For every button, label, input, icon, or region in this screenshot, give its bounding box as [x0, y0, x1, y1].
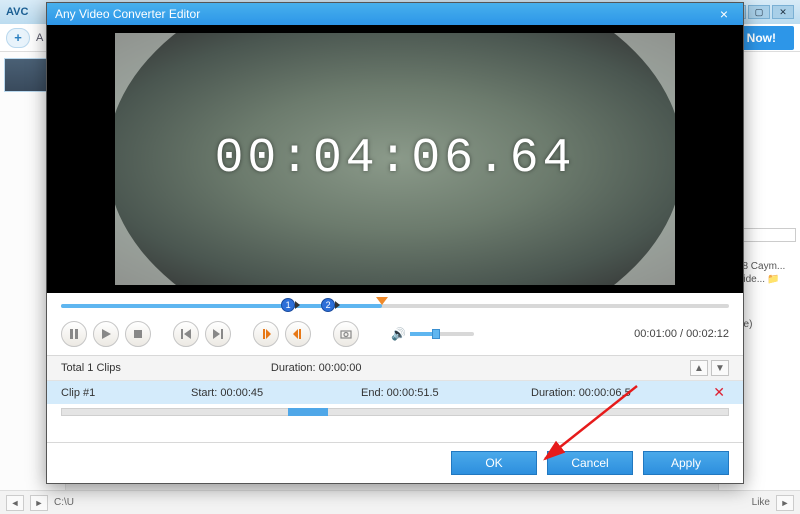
like-label: Like — [752, 497, 770, 508]
dialog-title: Any Video Converter Editor — [55, 7, 200, 21]
video-frame: 00:04:06.64 — [115, 33, 675, 285]
clips-header: Total 1 Clips Duration: 00:00:00 ▲ ▼ — [47, 356, 743, 381]
prev-frame-button[interactable] — [173, 321, 199, 347]
apply-button[interactable]: Apply — [643, 451, 729, 475]
cancel-button[interactable]: Cancel — [547, 451, 633, 475]
play-button[interactable] — [93, 321, 119, 347]
clips-panel: Total 1 Clips Duration: 00:00:00 ▲ ▼ Cli… — [47, 355, 743, 424]
clip-range-bar[interactable] — [47, 404, 743, 424]
snapshot-button[interactable] — [333, 321, 359, 347]
plus-icon: + — [14, 30, 22, 45]
mark-out-button[interactable] — [285, 321, 311, 347]
parent-logo: AVC — [6, 6, 28, 18]
clips-total: Total 1 Clips — [61, 362, 121, 374]
status-next-button[interactable]: ► — [30, 495, 48, 511]
video-preview: 00:04:06.64 — [47, 25, 743, 293]
clips-duration: Duration: 00:00:00 — [271, 362, 362, 374]
volume-track[interactable] — [410, 332, 474, 336]
dialog-close-button[interactable]: × — [713, 6, 735, 22]
ok-button[interactable]: OK — [451, 451, 537, 475]
volume-thumb[interactable] — [432, 329, 440, 339]
status-play-button[interactable]: ► — [776, 495, 794, 511]
volume-icon: 🔊 — [391, 327, 406, 341]
status-path: C:\U — [54, 497, 74, 508]
folder-icon[interactable]: 📁 — [767, 274, 779, 285]
clip-duration: Duration: 00:00:06.5 — [531, 387, 709, 399]
move-up-button[interactable]: ▲ — [690, 360, 708, 376]
playhead-icon[interactable] — [376, 297, 388, 305]
next-frame-button[interactable] — [205, 321, 231, 347]
mark-in-button[interactable] — [253, 321, 279, 347]
parent-maximize-button[interactable]: ▢ — [748, 5, 770, 19]
timeline[interactable]: 1 2 — [61, 297, 729, 315]
marker-end[interactable]: 2 — [321, 298, 335, 312]
stop-button[interactable] — [125, 321, 151, 347]
status-prev-button[interactable]: ◄ — [6, 495, 24, 511]
volume-control[interactable]: 🔊 — [391, 327, 474, 341]
clip-row[interactable]: Clip #1 Start: 00:00:45 End: 00:00:51.5 … — [47, 381, 743, 404]
add-video-button[interactable]: + — [6, 28, 30, 48]
parent-close-button[interactable]: ✕ — [772, 5, 794, 19]
playback-controls: 1 2 🔊 00:01:00 / 00 — [47, 293, 743, 355]
dialog-footer: OK Cancel Apply — [47, 442, 743, 483]
clip-range-selection[interactable] — [288, 408, 328, 416]
marker-start[interactable]: 1 — [281, 298, 295, 312]
clip-start: Start: 00:00:45 — [191, 387, 361, 399]
clip-name: Clip #1 — [61, 387, 191, 399]
time-total: 00:02:12 — [686, 328, 729, 340]
video-timecode-overlay: 00:04:06.64 — [115, 33, 675, 285]
pause-button[interactable] — [61, 321, 87, 347]
editor-dialog: Any Video Converter Editor × 00:04:06.64… — [46, 2, 744, 484]
move-down-button[interactable]: ▼ — [711, 360, 729, 376]
clip-end: End: 00:00:51.5 — [361, 387, 531, 399]
parent-statusbar: ◄ ► C:\U Like ► — [0, 490, 800, 514]
time-display: 00:01:00 / 00:02:12 — [634, 328, 729, 340]
transport-buttons: 🔊 00:01:00 / 00:02:12 — [61, 315, 729, 355]
delete-clip-button[interactable]: ✕ — [709, 384, 729, 401]
add-label: A — [36, 32, 43, 44]
time-current: 00:01:00 — [634, 328, 677, 340]
dialog-titlebar[interactable]: Any Video Converter Editor × — [47, 3, 743, 25]
